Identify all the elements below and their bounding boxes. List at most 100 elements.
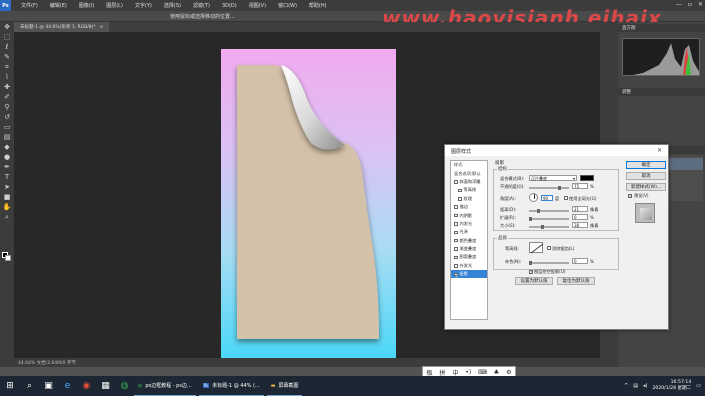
taskbar-task-browser[interactable]: ◍ ps边框教程 - ps边... xyxy=(134,376,196,396)
size-input[interactable]: 38 xyxy=(572,222,588,228)
anti-alias-checkbox[interactable] xyxy=(547,246,551,250)
ok-button[interactable]: 确定 xyxy=(626,161,666,169)
style-checkbox[interactable] xyxy=(454,222,458,226)
volume-icon[interactable]: ◂) xyxy=(643,383,647,389)
page-curl-shape[interactable] xyxy=(221,49,396,359)
menu-3d[interactable]: 3D(D) xyxy=(216,3,243,9)
menu-filter[interactable]: 滤镜(T) xyxy=(187,2,216,9)
dodge-tool-icon[interactable]: ● xyxy=(2,152,12,162)
style-checkbox-checked[interactable]: ✓ xyxy=(454,272,459,279)
settings-icon[interactable]: ⚙ xyxy=(506,369,511,376)
style-item-gradient-overlay[interactable]: 渐变叠加 xyxy=(451,245,487,253)
zoom-tool-icon[interactable]: ⌕ xyxy=(2,212,12,222)
path-select-tool-icon[interactable]: ➤ xyxy=(2,182,12,192)
eyedropper-tool-icon[interactable]: ⌇ xyxy=(2,72,12,82)
task-view-icon[interactable]: ▣ xyxy=(39,376,58,396)
opacity-input[interactable]: 75 xyxy=(572,183,588,189)
brush-tool-icon[interactable]: ✐ xyxy=(2,92,12,102)
style-item-inner-glow[interactable]: 内发光 xyxy=(451,220,487,228)
preview-checkbox[interactable]: ✓ xyxy=(628,194,632,198)
healing-tool-icon[interactable]: ✚ xyxy=(2,82,12,92)
style-checkbox[interactable] xyxy=(454,180,458,184)
style-item-styles[interactable]: 样式 xyxy=(451,161,487,169)
style-checkbox[interactable] xyxy=(454,205,458,209)
taskbar-task-photoshop[interactable]: Ps 未标题-1 @ 44% (... xyxy=(198,376,264,396)
angle-input[interactable]: 90 xyxy=(541,195,553,201)
angle-dial[interactable] xyxy=(529,193,538,202)
adjustments-panel-header[interactable]: 调整 xyxy=(618,88,705,96)
make-default-button[interactable]: 设置为默认值 xyxy=(515,277,553,285)
blur-tool-icon[interactable]: ◆ xyxy=(2,142,12,152)
menu-select[interactable]: 选择(S) xyxy=(158,2,187,9)
keyboard-icon[interactable]: ⌨ xyxy=(478,369,487,376)
menu-view[interactable]: 视图(V) xyxy=(243,2,272,9)
distance-input[interactable]: 21 xyxy=(572,206,588,212)
ime-punctuation[interactable]: •) xyxy=(465,369,471,376)
size-slider-handle[interactable] xyxy=(541,225,544,229)
browser-360-icon[interactable]: ◉ xyxy=(77,376,96,396)
style-checkbox[interactable] xyxy=(458,188,462,193)
size-slider[interactable] xyxy=(529,226,569,228)
histogram-panel-header[interactable]: 直方图 xyxy=(618,24,705,32)
windows-start-icon[interactable]: ⊞ xyxy=(0,376,20,396)
gradient-tool-icon[interactable]: ▤ xyxy=(2,132,12,142)
minimize-icon[interactable]: — xyxy=(676,1,682,8)
chrome-icon[interactable]: ◍ xyxy=(115,376,134,396)
clock[interactable]: 16:57:14 2020/1/28 星期二 xyxy=(652,380,691,392)
lasso-tool-icon[interactable]: ℓ xyxy=(2,42,12,52)
style-checkbox[interactable] xyxy=(454,264,458,268)
shadow-color-swatch[interactable] xyxy=(580,175,594,181)
style-item-stroke[interactable]: 描边 xyxy=(451,203,487,211)
tray-expand-icon[interactable]: ^ xyxy=(624,383,628,389)
noise-slider-handle[interactable] xyxy=(529,261,532,265)
global-light-checkbox[interactable] xyxy=(564,196,568,200)
tab-close-icon[interactable]: × xyxy=(100,25,104,30)
style-item-inner-shadow[interactable]: 内阴影 xyxy=(451,211,487,219)
style-item-color-overlay[interactable]: 颜色叠加 xyxy=(451,237,487,245)
style-item-blending-options[interactable]: 混合选项:默认 xyxy=(451,169,487,177)
stamp-tool-icon[interactable]: ⚲ xyxy=(2,102,12,112)
history-brush-tool-icon[interactable]: ↺ xyxy=(2,112,12,122)
search-icon[interactable]: ⌕ xyxy=(20,376,39,396)
marquee-tool-icon[interactable]: ⬚ xyxy=(2,32,12,42)
style-item-bevel-emboss[interactable]: 斜面和浮雕 xyxy=(451,178,487,186)
close-icon[interactable]: ✕ xyxy=(698,1,703,8)
blend-mode-select[interactable]: 正片叠底 ▾ xyxy=(529,175,577,181)
dialog-title-bar[interactable]: 图层样式 × xyxy=(445,145,668,156)
menu-layer[interactable]: 图层(L) xyxy=(100,2,129,9)
move-tool-icon[interactable]: ✥ xyxy=(2,22,12,32)
document-tab[interactable]: 未标题-1 @ 44.6%(形状 1, RGB/8)* × xyxy=(14,22,110,32)
opacity-slider-handle[interactable] xyxy=(558,186,561,190)
menu-window[interactable]: 窗口(W) xyxy=(272,2,303,9)
knockout-checkbox[interactable]: ✓ xyxy=(529,270,533,274)
style-item-contour[interactable]: 等高线 xyxy=(451,186,487,194)
maximize-icon[interactable]: ▫ xyxy=(688,1,692,8)
style-checkbox[interactable] xyxy=(454,230,458,235)
file-explorer-icon[interactable]: ▦ xyxy=(96,376,115,396)
type-tool-icon[interactable]: T xyxy=(2,172,12,182)
noise-slider[interactable] xyxy=(529,262,569,264)
spread-input[interactable]: 0 xyxy=(572,214,588,220)
hand-tool-icon[interactable]: ✋ xyxy=(2,202,12,212)
style-checkbox[interactable] xyxy=(454,213,458,218)
opacity-slider[interactable] xyxy=(529,187,569,189)
eraser-tool-icon[interactable]: ▭ xyxy=(2,122,12,132)
contour-picker[interactable] xyxy=(529,242,544,254)
shape-tool-icon[interactable]: ■ xyxy=(2,192,12,202)
new-style-button[interactable]: 新建样式(W)... xyxy=(626,183,666,191)
skin-icon[interactable]: ♣ xyxy=(494,369,499,376)
quick-select-tool-icon[interactable]: ✎ xyxy=(2,52,12,62)
style-checkbox[interactable] xyxy=(454,238,458,243)
style-item-outer-glow[interactable]: 外发光 xyxy=(451,262,487,270)
style-item-satin[interactable]: 光泽 xyxy=(451,228,487,236)
menu-type[interactable]: 文字(Y) xyxy=(129,2,158,9)
background-color-swatch[interactable] xyxy=(5,255,11,261)
cancel-button[interactable]: 取消 xyxy=(626,172,666,180)
style-checkbox[interactable] xyxy=(454,255,458,260)
menu-edit[interactable]: 编辑(E) xyxy=(44,2,73,9)
pen-tool-icon[interactable]: ✒ xyxy=(2,162,12,172)
distance-slider[interactable] xyxy=(529,210,569,212)
menu-image[interactable]: 图像(I) xyxy=(73,2,100,9)
style-checkbox[interactable] xyxy=(454,247,458,251)
taskbar-task-screenshot[interactable]: ▬ 屏幕截图 xyxy=(266,376,303,396)
